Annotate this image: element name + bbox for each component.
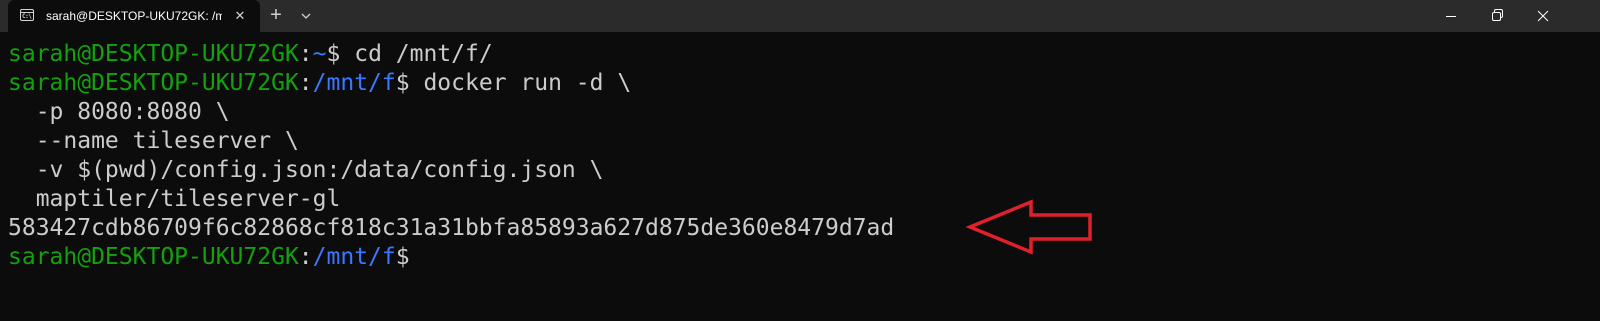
prompt-user: sarah@DESKTOP-UKU72GK: [8, 244, 299, 270]
title-bar: C:\ sarah@DESKTOP-UKU72GK: /mnt/f ✕ +: [0, 0, 1600, 32]
left-arrow-icon: [965, 199, 1092, 255]
chevron-down-icon[interactable]: [296, 0, 316, 32]
terminal-output[interactable]: sarah@DESKTOP-UKU72GK:~$ cd /mnt/f/ sara…: [0, 40, 1600, 321]
maximize-icon[interactable]: [1474, 0, 1520, 32]
command-text: cd /mnt/f/: [340, 41, 493, 67]
close-icon[interactable]: ✕: [230, 6, 250, 26]
terminal-line: maptiler/tileserver-gl: [8, 186, 341, 212]
terminal-line: -v $(pwd)/config.json:/data/config.json …: [8, 157, 604, 183]
terminal-icon: C:\: [20, 9, 34, 21]
prompt-user: sarah@DESKTOP-UKU72GK: [8, 70, 299, 96]
prompt-path: /mnt/f: [312, 244, 396, 270]
minimize-icon[interactable]: [1428, 0, 1474, 32]
close-icon[interactable]: [1520, 0, 1566, 32]
terminal-line: sarah@DESKTOP-UKU72GK:~$ cd /mnt/f/: [8, 41, 493, 67]
container-id-line: 583427cdb86709f6c82868cf818c31a31bbfa858…: [8, 215, 895, 241]
terminal-line: -p 8080:8080 \: [8, 99, 230, 125]
tab-title: sarah@DESKTOP-UKU72GK: /mnt/f: [46, 9, 222, 23]
prompt-path: /mnt/f: [312, 70, 396, 96]
terminal-line: sarah@DESKTOP-UKU72GK:/mnt/f$: [8, 244, 410, 270]
terminal-line: --name tileserver \: [8, 128, 299, 154]
prompt-user: sarah@DESKTOP-UKU72GK: [8, 41, 299, 67]
prompt-path: ~: [312, 41, 327, 67]
terminal-line: sarah@DESKTOP-UKU72GK:/mnt/f$ docker run…: [8, 70, 632, 96]
terminal-tab[interactable]: C:\ sarah@DESKTOP-UKU72GK: /mnt/f ✕: [8, 0, 260, 32]
command-text: docker run -d \: [409, 70, 632, 96]
new-tab-button[interactable]: +: [266, 0, 286, 32]
